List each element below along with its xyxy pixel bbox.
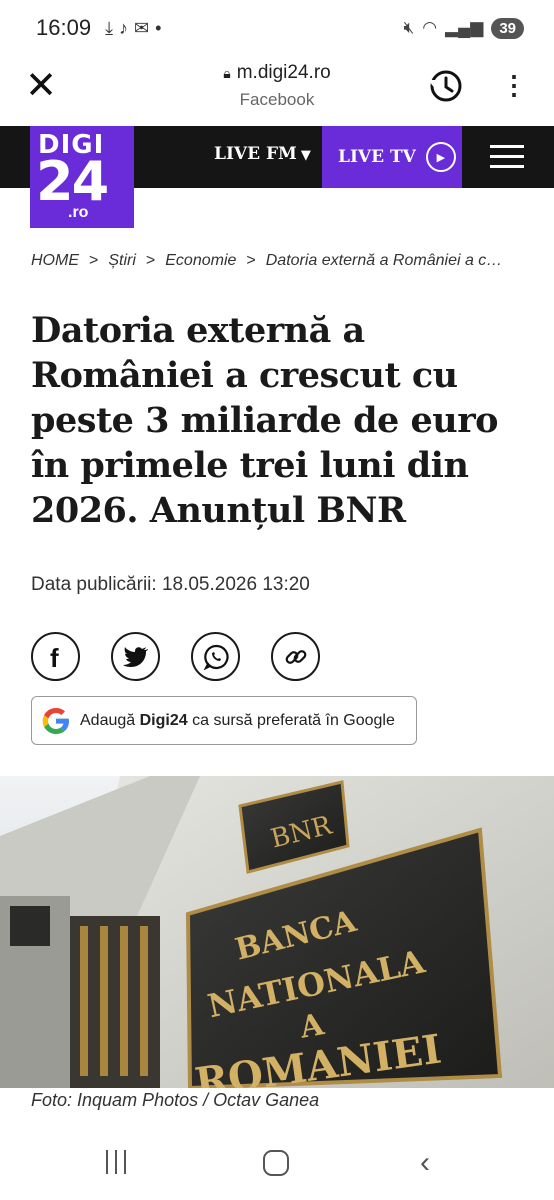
url-text: m.digi24.ro — [236, 62, 331, 83]
google-preferred-source-button[interactable]: Adaugă Digi24 ca sursă preferată în Goog… — [31, 696, 417, 745]
battery-indicator: 39 — [491, 17, 524, 39]
twitter-icon — [122, 646, 148, 667]
publish-date-label: Data publicării: — [31, 574, 157, 595]
back-icon[interactable]: ‹ — [420, 1146, 430, 1180]
publish-date-value: 18.05.2026 13:20 — [161, 574, 310, 595]
twitter-share-button[interactable] — [111, 632, 160, 681]
facebook-icon: f — [50, 644, 59, 670]
android-navigation-bar: ‹ — [0, 1130, 554, 1200]
url-subtitle: Facebook — [239, 90, 315, 109]
status-bar: 16:09 ⤓ ♪ ✉ • 🔇︎ ◠ ▂▄▆ 39 — [0, 0, 554, 56]
breadcrumb: HOME > Știri > Economie > Datoria externă a Ro… — [31, 252, 531, 270]
google-pref-text-post: ca sursă preferată în Google — [192, 711, 395, 729]
status-time: 16:09 — [36, 15, 92, 40]
whatsapp-share-button[interactable] — [191, 632, 240, 681]
live-fm-button[interactable]: LIVE FM ▼ — [214, 144, 311, 164]
url-display[interactable]: 🔒︎ m.digi24.ro Facebook — [150, 62, 404, 110]
mute-icon: 🔇︎ — [403, 18, 415, 37]
whatsapp-icon — [203, 644, 229, 670]
facebook-share-button[interactable]: f — [31, 632, 80, 681]
more-menu-icon[interactable]: ⋮ — [500, 70, 528, 106]
tiktok-icon: ♪ — [119, 17, 129, 38]
close-icon[interactable]: ✕ — [22, 66, 60, 106]
copy-link-button[interactable] — [271, 632, 320, 681]
breadcrumb-separator: > — [246, 252, 256, 269]
image-caption: Foto: Inquam Photos / Octav Ganea — [31, 1090, 320, 1110]
live-tv-label: LIVE TV — [338, 147, 416, 167]
google-icon — [42, 707, 69, 734]
play-icon: ▶ — [425, 142, 456, 172]
status-right: 🔇︎ ◠ ▂▄▆ 39 — [403, 17, 524, 39]
google-pref-text-pre: Adaugă — [80, 711, 136, 729]
download-icon: ⤓ — [105, 17, 114, 38]
signal-icon: ▂▄▆ — [445, 18, 484, 37]
google-pref-brand: Digi24 — [139, 711, 188, 729]
home-icon[interactable] — [263, 1150, 289, 1176]
bnr-building-photo: BNR BANCA NATIONALA A ROMANIEI — [0, 776, 554, 1088]
article-title: Datoria externă a României a crescut cu … — [31, 310, 499, 531]
breadcrumb-economie[interactable]: Economie — [165, 252, 236, 269]
dot-icon: • — [155, 17, 162, 38]
browser-toolbar: ✕ 🔒︎ m.digi24.ro Facebook ⋮ — [0, 56, 554, 126]
link-icon — [285, 649, 306, 664]
svg-text:f: f — [50, 644, 59, 670]
digi24-logo[interactable]: DIGI 24 .ro — [30, 126, 134, 228]
recent-apps-icon[interactable] — [106, 1150, 134, 1174]
publish-date: Data publicării: 18.05.2026 13:20 — [31, 574, 310, 596]
logo-tld: .ro — [68, 204, 89, 221]
history-icon[interactable] — [428, 68, 464, 104]
breadcrumb-current: Datoria externă a României a c… — [265, 252, 503, 269]
wifi-icon: ◠ — [422, 18, 438, 37]
share-buttons: f — [31, 632, 320, 681]
hamburger-menu-icon[interactable] — [490, 145, 524, 169]
article-hero-image[interactable]: BNR BANCA NATIONALA A ROMANIEI — [0, 776, 554, 1088]
breadcrumb-separator: > — [145, 252, 156, 269]
breadcrumb-home[interactable]: HOME — [31, 252, 79, 269]
chevron-down-icon: ▼ — [300, 148, 311, 163]
live-tv-button[interactable]: LIVE TV ▶ — [322, 126, 462, 188]
chat-settings-icon: ✉ — [134, 17, 150, 38]
breadcrumb-stiri[interactable]: Știri — [108, 252, 136, 269]
live-fm-label: LIVE FM — [214, 144, 297, 164]
lock-icon: 🔒︎ — [223, 65, 231, 81]
breadcrumb-separator: > — [89, 252, 99, 269]
